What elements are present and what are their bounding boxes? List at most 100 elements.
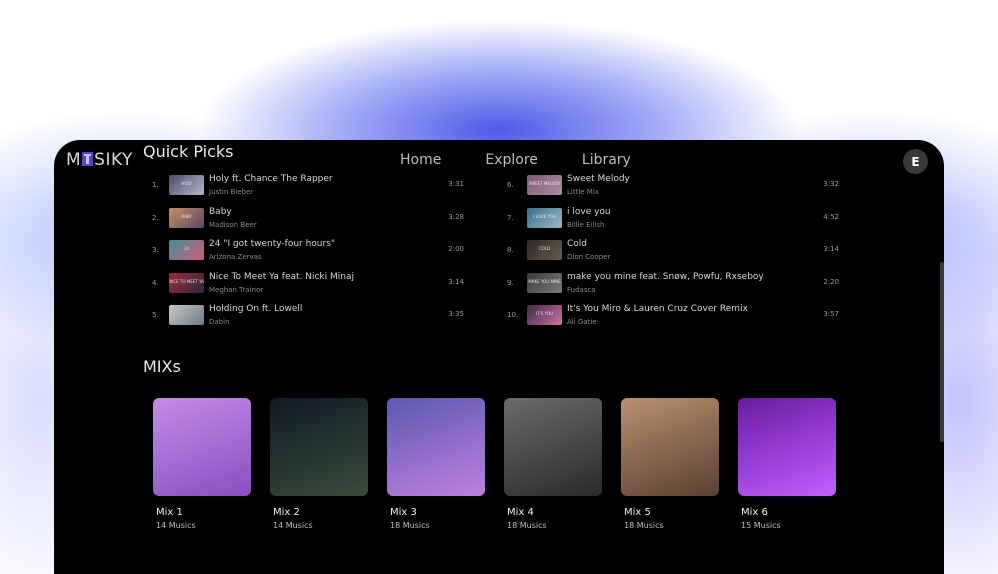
track-cover: SWEET MELODY — [527, 175, 562, 195]
track-row[interactable]: 5. Holding On ft. Lowell Dabin 3:35 — [152, 303, 482, 336]
track-info: Holy ft. Chance The Rapper Justin Bieber — [209, 173, 482, 198]
track-info: Sweet Melody Little Mix — [567, 173, 837, 198]
track-number: 2. — [152, 213, 159, 222]
mix-cover — [738, 398, 836, 496]
track-title: It's You Miro & Lauren Cruz Cover Remix — [567, 304, 748, 314]
track-cover: MAKE YOU MINE — [527, 272, 562, 293]
mix-card[interactable]: Mix 6 15 Musics — [738, 398, 836, 530]
track-duration: 3:14 — [823, 245, 839, 253]
cover-text: MAKE YOU MINE — [528, 278, 561, 284]
cover-text: I LOVE YOU — [533, 213, 556, 219]
quick-picks-list-left: 1. HOLY Holy ft. Chance The Rapper Justin B… — [152, 173, 482, 336]
mix-cover — [621, 398, 719, 496]
track-info: i love you Billie Eilish — [567, 206, 837, 231]
track-cover: NICE TO MEET YA — [169, 272, 204, 293]
track-artist: Fudasca — [567, 285, 596, 294]
track-cover: I LOVE YOU — [527, 207, 562, 228]
track-artist: Billie Eilish — [567, 220, 605, 229]
track-number: 6. — [507, 181, 514, 189]
mix-card[interactable]: Mix 1 14 Musics — [153, 398, 251, 530]
track-duration: 3:14 — [448, 277, 464, 286]
mix-count: 18 Musics — [390, 521, 430, 530]
track-row[interactable]: 1. HOLY Holy ft. Chance The Rapper Justin B… — [152, 173, 482, 206]
track-row[interactable]: 4. NICE TO MEET YA Nice To Meet Ya feat. N… — [152, 271, 482, 304]
track-artist: Dion Cooper — [567, 253, 611, 261]
track-info: Nice To Meet Ya feat. Nicki Minaj Meghan … — [209, 271, 482, 296]
track-number: 4. — [152, 278, 159, 287]
mix-cover — [153, 398, 251, 496]
mixes-title: MIXs — [143, 357, 181, 376]
mixes-grid: Mix 1 14 Musics Mix 2 14 Musics Mix 3 18 Musi… — [153, 398, 836, 530]
track-duration: 3:31 — [448, 180, 464, 188]
track-row[interactable]: 9. MAKE YOU MINE make you mine feat. Snøw,… — [507, 271, 839, 304]
track-title: 24 "I got twenty-four hours" — [209, 239, 336, 249]
app-logo[interactable]: M SIKY — [66, 150, 133, 170]
cover-text: IT'S YOU — [536, 311, 553, 316]
track-number: 9. — [507, 278, 514, 287]
track-number: 5. — [152, 311, 159, 319]
cover-text: COLD — [538, 246, 551, 251]
track-cover: IT'S YOU — [527, 305, 562, 325]
profile-avatar[interactable]: E — [903, 149, 928, 174]
track-cover: COLD — [527, 240, 562, 260]
mix-name: Mix 2 — [273, 507, 300, 518]
track-title: Nice To Meet Ya feat. Nicki Minaj — [209, 271, 354, 282]
mix-cover — [504, 398, 602, 496]
track-duration: 2:20 — [823, 277, 839, 286]
mix-count: 14 Musics — [156, 521, 196, 530]
mix-cover — [387, 398, 485, 496]
track-cover: HOLY — [169, 175, 204, 195]
track-cover: BABY — [169, 207, 204, 228]
track-artist: Justin Bieber — [209, 188, 254, 196]
track-title: Holy ft. Chance The Rapper — [209, 174, 333, 184]
track-info: Cold Dion Cooper — [567, 238, 837, 263]
nav-explore[interactable]: Explore — [485, 152, 538, 168]
track-title: Cold — [567, 239, 588, 249]
quick-picks-title: Quick Picks — [143, 142, 234, 161]
track-row[interactable]: 7. I LOVE YOU i love you Billie Eilish 4:52 — [507, 206, 839, 239]
track-artist: Arizona Zervas — [209, 253, 262, 261]
cover-text: BABY — [181, 213, 192, 219]
mix-card[interactable]: Mix 3 18 Musics — [387, 398, 485, 530]
track-row[interactable]: 10. IT'S YOU It's You Miro & Lauren Cruz C… — [507, 303, 839, 336]
track-duration: 3:28 — [448, 212, 464, 221]
track-title: Sweet Melody — [567, 174, 630, 184]
logo-icon — [82, 152, 94, 166]
mix-count: 18 Musics — [624, 521, 664, 530]
logo-text-start: M — [66, 150, 82, 170]
track-row[interactable]: 6. SWEET MELODY Sweet Melody Little Mix 3:32 — [507, 173, 839, 206]
track-artist: Dabin — [209, 318, 230, 326]
scrollbar[interactable] — [940, 262, 944, 442]
track-row[interactable]: 8. COLD Cold Dion Cooper 3:14 — [507, 238, 839, 271]
track-duration: 2:00 — [448, 245, 464, 253]
track-duration: 3:57 — [823, 310, 839, 318]
mix-name: Mix 5 — [624, 507, 651, 518]
nav-library[interactable]: Library — [582, 152, 631, 168]
mix-cover — [270, 398, 368, 496]
track-info: It's You Miro & Lauren Cruz Cover Remix A… — [567, 303, 837, 328]
track-title: make you mine feat. Snøw, Powfu, Rxseboy — [567, 271, 764, 282]
mix-card[interactable]: Mix 2 14 Musics — [270, 398, 368, 530]
nav-home[interactable]: Home — [400, 152, 441, 168]
track-duration: 3:32 — [823, 180, 839, 188]
track-info: 24 "I got twenty-four hours" Arizona Zerv… — [209, 238, 482, 263]
mix-name: Mix 1 — [156, 507, 183, 518]
mix-count: 18 Musics — [507, 521, 547, 530]
track-cover: 24 — [169, 240, 204, 260]
logo-text-end: SIKY — [94, 150, 133, 170]
track-title: Baby — [209, 206, 232, 217]
track-row[interactable]: 3. 24 24 "I got twenty-four hours" Arizona … — [152, 238, 482, 271]
mix-card[interactable]: Mix 4 18 Musics — [504, 398, 602, 530]
track-artist: Little Mix — [567, 188, 599, 196]
mix-count: 15 Musics — [741, 521, 781, 530]
mix-card[interactable]: Mix 5 18 Musics — [621, 398, 719, 530]
track-number: 8. — [507, 246, 514, 254]
track-row[interactable]: 2. BABY Baby Madison Beer 3:28 — [152, 206, 482, 239]
main-nav: Home Explore Library — [400, 152, 631, 168]
track-info: Holding On ft. Lowell Dabin — [209, 303, 482, 328]
track-duration: 3:35 — [448, 310, 464, 318]
quick-picks-list-right: 6. SWEET MELODY Sweet Melody Little Mix 3:32… — [507, 173, 839, 336]
track-number: 1. — [152, 181, 159, 189]
app-window: M SIKY Quick Picks Home Explore Library E… — [54, 140, 944, 574]
track-info: Baby Madison Beer — [209, 206, 482, 231]
